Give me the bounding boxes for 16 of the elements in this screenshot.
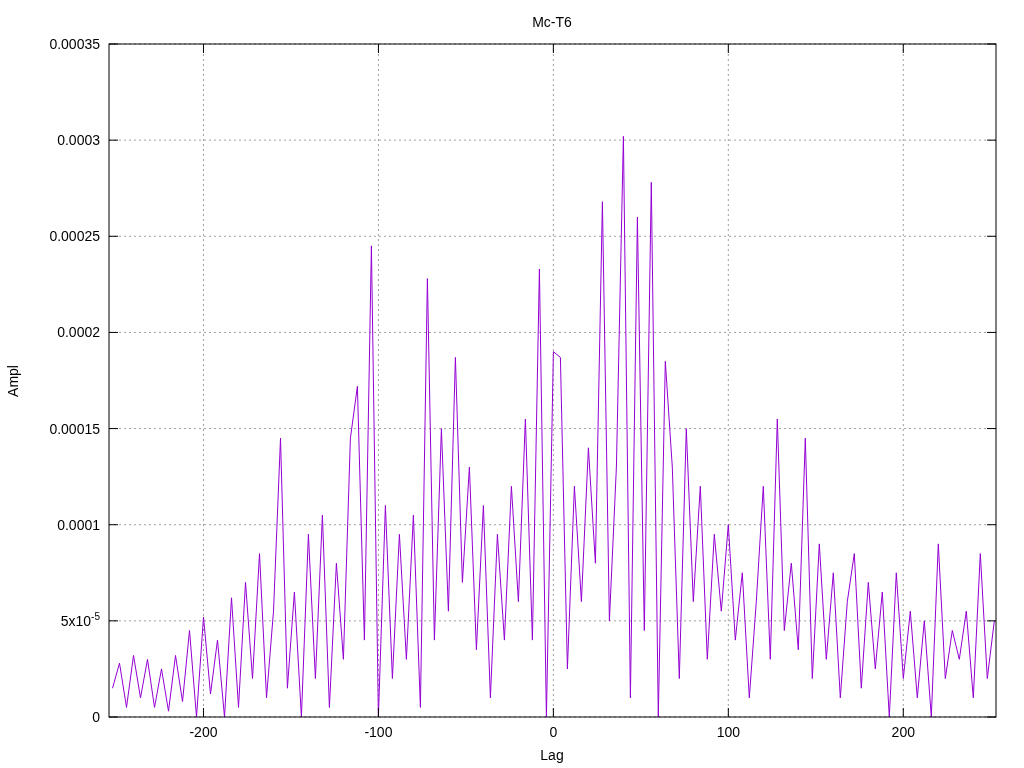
- y-tick-label: 0.00025: [49, 228, 100, 245]
- y-tick-label: 0.00015: [49, 420, 100, 437]
- y-axis-label: Ampl: [5, 365, 21, 397]
- x-tick-label: -200: [189, 724, 218, 740]
- y-tick-label: 0.0003: [57, 132, 100, 149]
- x-tick-label: 100: [716, 724, 740, 740]
- y-tick-label: 0: [92, 709, 100, 725]
- y-tick-label: 5x10$^{-5}$: [60, 610, 100, 629]
- x-tick-label: -100: [364, 724, 393, 740]
- y-tick-label: 0.00035: [49, 36, 100, 52]
- y-tick-label: 0.0002: [57, 324, 100, 341]
- x-tick-label: 0: [549, 724, 558, 740]
- x-axis-label: Lag: [540, 747, 564, 763]
- chart-title: Mc-T6: [532, 14, 572, 30]
- y-tick-label: 0.0001: [57, 516, 100, 533]
- x-tick-label: 200: [891, 724, 915, 740]
